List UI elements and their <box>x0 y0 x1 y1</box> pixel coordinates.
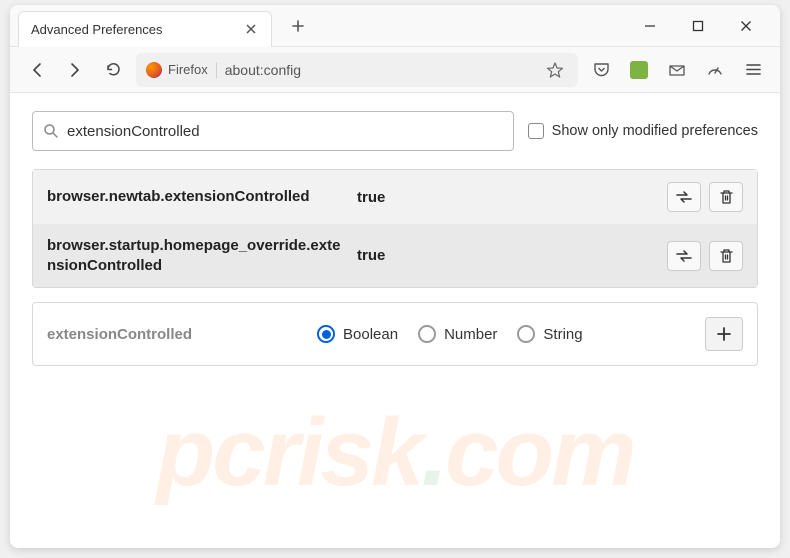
bookmark-star-button[interactable] <box>542 57 568 83</box>
identity-box[interactable]: Firefox <box>146 62 217 78</box>
extension-button[interactable] <box>624 55 654 85</box>
minimize-icon <box>644 20 656 32</box>
radio-button[interactable] <box>517 325 535 343</box>
new-pref-name: extensionControlled <box>47 326 307 343</box>
search-input[interactable] <box>67 123 503 140</box>
window-controls <box>636 12 780 40</box>
url-text: about:config <box>225 62 534 78</box>
search-icon <box>43 123 59 139</box>
performance-button[interactable] <box>700 55 730 85</box>
reload-icon <box>105 61 122 78</box>
inbox-icon <box>668 61 686 79</box>
pocket-icon <box>593 61 610 78</box>
toggle-button[interactable] <box>667 182 701 212</box>
radio-button[interactable] <box>418 325 436 343</box>
type-number[interactable]: Number <box>418 325 497 343</box>
page-content: Show only modified preferences browser.n… <box>10 93 780 384</box>
toggle-icon <box>675 249 693 263</box>
search-box[interactable] <box>32 111 514 151</box>
close-window-button[interactable] <box>732 12 760 40</box>
delete-button[interactable] <box>709 182 743 212</box>
arrow-left-icon <box>28 61 46 79</box>
plus-icon <box>291 19 305 33</box>
close-icon <box>246 24 256 34</box>
type-string[interactable]: String <box>517 325 582 343</box>
pref-value: true <box>357 189 657 206</box>
minimize-button[interactable] <box>636 12 664 40</box>
show-modified-checkbox[interactable] <box>528 123 544 139</box>
maximize-button[interactable] <box>684 12 712 40</box>
inbox-button[interactable] <box>662 55 692 85</box>
firefox-icon <box>146 62 162 78</box>
menu-button[interactable] <box>738 55 768 85</box>
pref-actions <box>667 241 743 271</box>
extension-icon <box>630 61 648 79</box>
gauge-icon <box>706 61 724 79</box>
pref-row[interactable]: browser.startup.homepage_override.extens… <box>33 224 757 287</box>
pocket-button[interactable] <box>586 55 616 85</box>
checkbox-label: Show only modified preferences <box>552 123 758 139</box>
trash-icon <box>719 248 734 264</box>
browser-window: Advanced Preferences <box>10 5 780 548</box>
tab-title: Advanced Preferences <box>31 22 163 37</box>
hamburger-icon <box>745 61 762 78</box>
watermark: pcrisk.com <box>157 398 634 508</box>
pref-value: true <box>357 247 657 264</box>
star-icon <box>546 61 564 79</box>
nav-toolbar: Firefox about:config <box>10 47 780 93</box>
titlebar: Advanced Preferences <box>10 5 780 47</box>
toggle-button[interactable] <box>667 241 701 271</box>
identity-label: Firefox <box>168 62 208 77</box>
url-bar[interactable]: Firefox about:config <box>136 53 578 87</box>
delete-button[interactable] <box>709 241 743 271</box>
browser-tab[interactable]: Advanced Preferences <box>18 11 272 47</box>
pref-name: browser.newtab.extensionControlled <box>47 187 347 207</box>
type-options: Boolean Number String <box>317 325 695 343</box>
pref-name: browser.startup.homepage_override.extens… <box>47 236 347 275</box>
plus-icon <box>716 326 732 342</box>
toggle-icon <box>675 190 693 204</box>
radio-label: Number <box>444 326 497 343</box>
pref-list: browser.newtab.extensionControlled true … <box>32 169 758 288</box>
trash-icon <box>719 189 734 205</box>
search-row: Show only modified preferences <box>32 111 758 151</box>
forward-button[interactable] <box>60 55 90 85</box>
type-boolean[interactable]: Boolean <box>317 325 398 343</box>
close-icon <box>740 20 752 32</box>
maximize-icon <box>692 20 704 32</box>
radio-button[interactable] <box>317 325 335 343</box>
back-button[interactable] <box>22 55 52 85</box>
add-pref-button[interactable] <box>705 317 743 351</box>
new-tab-button[interactable] <box>284 12 312 40</box>
radio-label: String <box>543 326 582 343</box>
arrow-right-icon <box>66 61 84 79</box>
radio-label: Boolean <box>343 326 398 343</box>
reload-button[interactable] <box>98 55 128 85</box>
new-pref-row: extensionControlled Boolean Number Strin… <box>32 302 758 366</box>
pref-row[interactable]: browser.newtab.extensionControlled true <box>33 170 757 224</box>
tab-close-button[interactable] <box>243 21 259 37</box>
show-modified-checkbox-wrap[interactable]: Show only modified preferences <box>528 123 758 139</box>
pref-actions <box>667 182 743 212</box>
